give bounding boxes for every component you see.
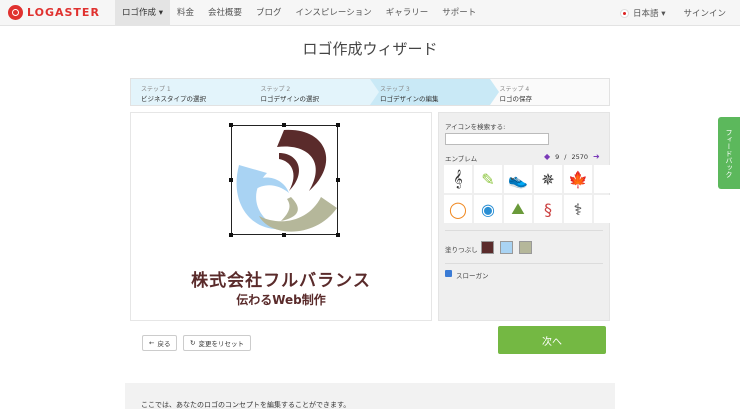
- nav-item-inspiration[interactable]: インスピレーション: [289, 0, 379, 26]
- step-label: ロゴデザインの編集: [380, 95, 439, 103]
- wave-circle-icon[interactable]: ◉: [474, 195, 502, 223]
- nav-item-gallery[interactable]: ギャラリー: [379, 0, 436, 26]
- nav-item-blog[interactable]: ブログ: [249, 0, 289, 26]
- prev-arrow-icon[interactable]: ◆: [544, 152, 550, 161]
- editor-panel: アイコンを検索する: エンブレム ◆ 9 / 2570 ➜ 𝄞 ✎ 👟 ✵ 🍁 …: [438, 112, 622, 321]
- nav-item-logo-create[interactable]: ロゴ作成 ▾: [115, 0, 170, 26]
- refresh-icon: ↻: [190, 339, 196, 347]
- logo-slogan[interactable]: 伝わるWeb制作: [131, 291, 431, 308]
- nav-item-about[interactable]: 会社概要: [201, 0, 249, 26]
- icon-search-input[interactable]: [445, 133, 549, 145]
- color-ring-icon[interactable]: ◯: [444, 195, 472, 223]
- step-label: ロゴの保存: [499, 95, 533, 103]
- nav-item-support[interactable]: サポート: [435, 0, 483, 26]
- maple-leaf-icon[interactable]: 🍁: [564, 165, 592, 193]
- sneaker-icon[interactable]: 👟: [504, 165, 532, 193]
- back-label: 戻る: [157, 340, 171, 348]
- color-swatch-olive[interactable]: [519, 241, 532, 254]
- next-button[interactable]: 次へ: [498, 326, 606, 354]
- highlighter-icon[interactable]: ✎: [474, 165, 502, 193]
- logo-canvas[interactable]: 株式会社フルバランス 伝わるWeb制作: [130, 112, 432, 321]
- brand-name: LOGASTER: [27, 6, 100, 19]
- mountain-lotus-icon[interactable]: ⛰: [504, 195, 532, 223]
- language-selector[interactable]: 日本語 ▾: [633, 7, 665, 19]
- reset-button[interactable]: ↻ 変更をリセット: [183, 335, 251, 351]
- step-1[interactable]: ステップ 1 ビジネスタイプの選択: [131, 79, 259, 105]
- music-clef-icon[interactable]: 𝄞: [444, 165, 472, 193]
- color-swatch-blue[interactable]: [500, 241, 513, 254]
- nav-item-pricing[interactable]: 料金: [170, 0, 201, 26]
- logo-company-name[interactable]: 株式会社フルバランス: [131, 266, 431, 291]
- step-2[interactable]: ステップ 2 ロゴデザインの選択: [250, 79, 379, 105]
- wizard-steps: ステップ 1 ビジネスタイプの選択 ステップ 2 ロゴデザインの選択 ステップ 3 ロ…: [130, 78, 610, 106]
- next-arrow-icon[interactable]: ➜: [593, 152, 600, 161]
- emblem-grid: 𝄞 ✎ 👟 ✵ 🍁 ◯ ◉ ⛰ § ⚕: [444, 165, 622, 223]
- step-3[interactable]: ステップ 3 ロゴデザインの編集: [370, 79, 498, 105]
- fill-label: 塗りつぶし: [445, 246, 478, 254]
- step-label: ビジネスタイプの選択: [141, 95, 206, 103]
- page-title: ロゴ作成ウィザード: [302, 40, 438, 58]
- page-current: 9: [555, 152, 560, 161]
- slogan-checkbox[interactable]: [445, 270, 452, 277]
- emblem-pager: ◆ 9 / 2570 ➜: [544, 152, 600, 161]
- icon-search-label: アイコンを検索する:: [445, 123, 506, 131]
- feedback-tab[interactable]: フィードバック: [718, 117, 740, 189]
- step-label: ロゴデザインの選択: [260, 95, 320, 103]
- logaster-logo-icon: [8, 5, 23, 20]
- empty-cell: [594, 165, 622, 193]
- signin-link[interactable]: サインイン: [683, 7, 726, 19]
- dragon-icon[interactable]: §: [534, 195, 562, 223]
- step-4: ステップ 4 ロゴの保存: [489, 79, 609, 105]
- color-swatch-brown[interactable]: [481, 241, 494, 254]
- arrow-left-icon: ←: [149, 339, 155, 347]
- step-number: ステップ 1: [141, 86, 171, 93]
- top-navbar: LOGASTER ロゴ作成 ▾ 料金 会社概要 ブログ インスピレーション ギャ…: [0, 0, 740, 26]
- divider: [445, 230, 603, 231]
- step-number: ステップ 3: [380, 86, 410, 93]
- slogan-label: スローガン: [456, 272, 489, 280]
- page-separator: /: [564, 152, 567, 161]
- caduceus-icon[interactable]: ⚕: [564, 195, 592, 223]
- back-button[interactable]: ← 戻る: [142, 335, 178, 351]
- emblem-label: エンブレム: [445, 155, 478, 163]
- reset-label: 変更をリセット: [198, 340, 244, 348]
- logaster-logo[interactable]: LOGASTER: [8, 5, 100, 20]
- info-box: ここでは、あなたのロゴのコンセプトを編集することができます。: [125, 383, 615, 409]
- compass-icon[interactable]: ✵: [534, 165, 562, 193]
- step-number: ステップ 2: [260, 86, 291, 93]
- page-total: 2570: [571, 152, 589, 161]
- selection-box[interactable]: [229, 123, 340, 237]
- step-number: ステップ 4: [499, 86, 530, 93]
- empty-cell: [594, 195, 622, 223]
- divider: [445, 263, 603, 264]
- japan-flag-icon: [620, 8, 629, 18]
